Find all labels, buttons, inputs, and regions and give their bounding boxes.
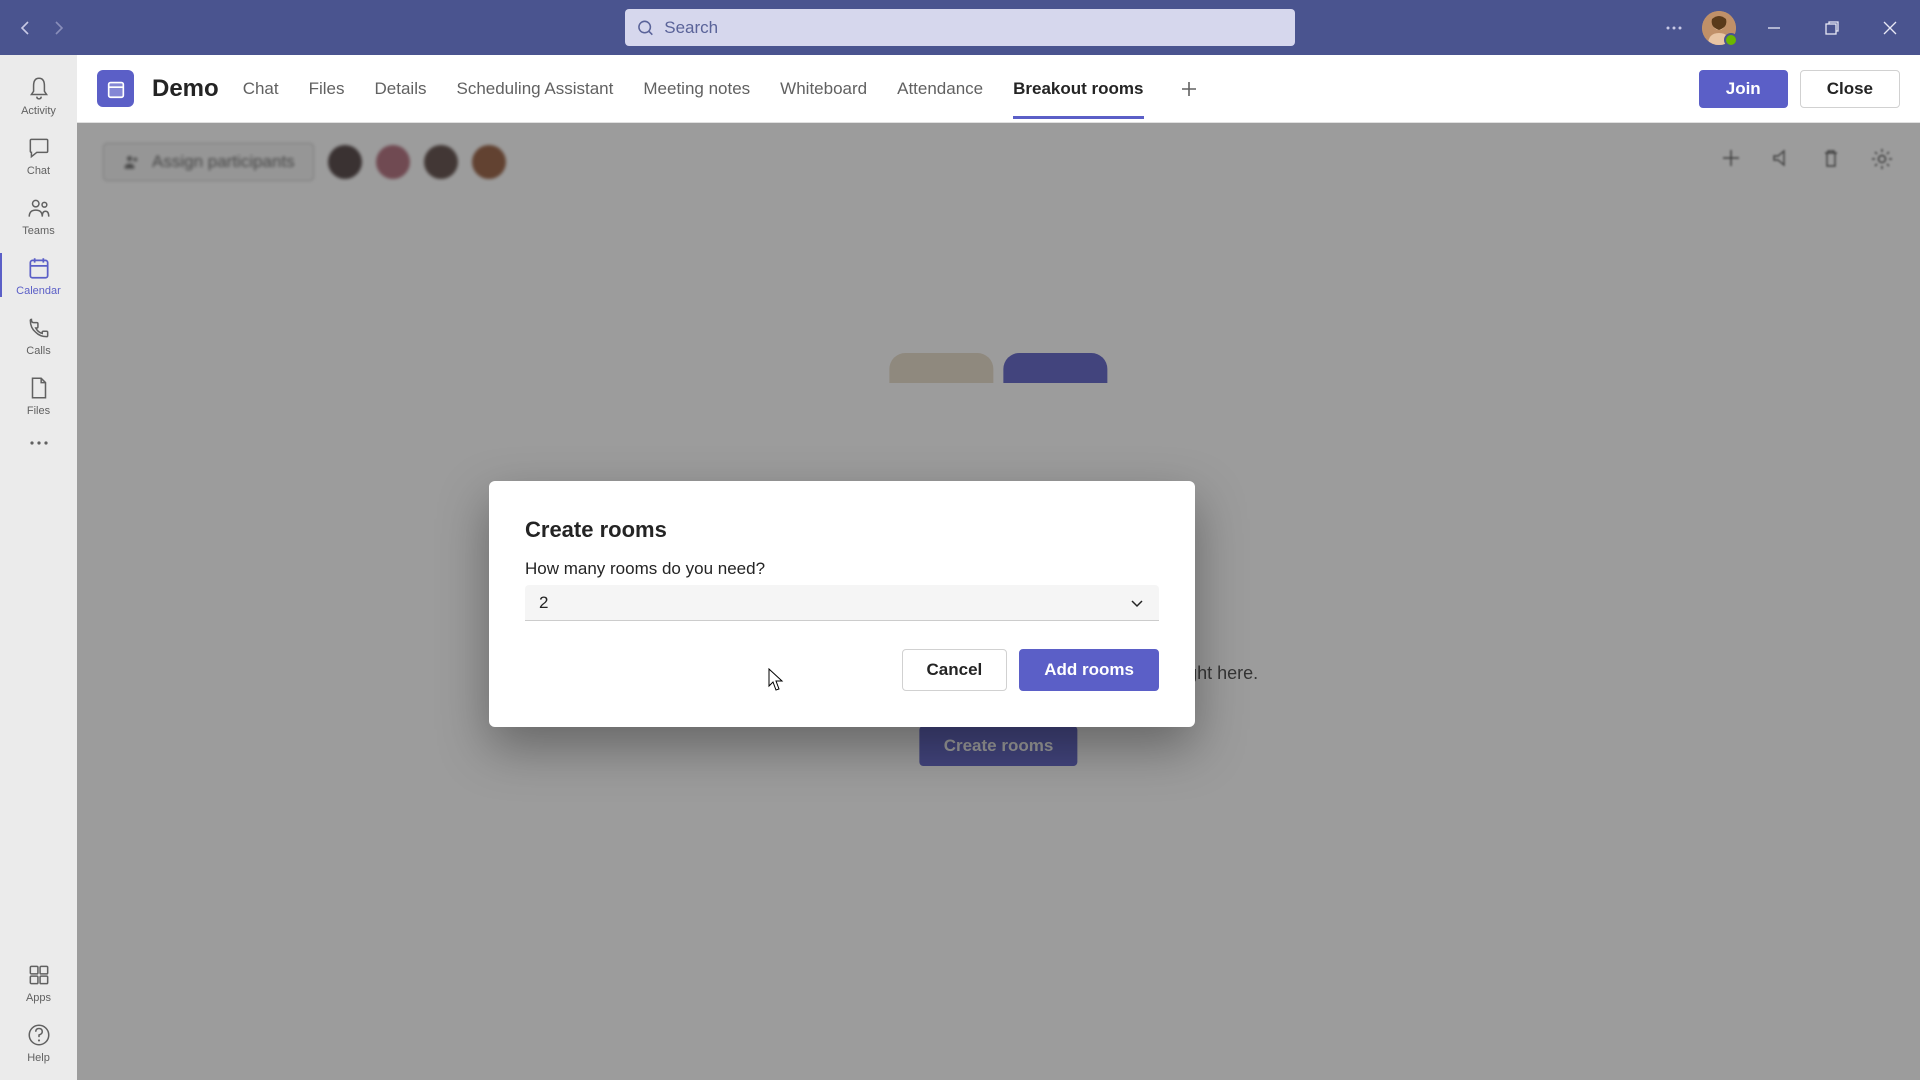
meeting-calendar-icon — [97, 70, 134, 107]
search-box[interactable] — [625, 9, 1295, 46]
tab-details[interactable]: Details — [375, 59, 427, 119]
chevron-right-icon — [50, 20, 66, 36]
rail-help-label: Help — [27, 1052, 50, 1064]
apps-icon — [26, 962, 52, 988]
minimize-icon — [1768, 22, 1780, 34]
file-icon — [26, 375, 52, 401]
back-button[interactable] — [10, 12, 42, 44]
bell-icon — [26, 75, 52, 101]
calendar-icon — [26, 255, 52, 281]
rail-teams-label: Teams — [22, 225, 54, 237]
window-close-button[interactable] — [1870, 12, 1910, 44]
room-count-value: 2 — [539, 593, 548, 613]
help-icon — [26, 1022, 52, 1048]
plus-icon — [1180, 80, 1198, 98]
more-icon — [27, 439, 51, 447]
tab-whiteboard[interactable]: Whiteboard — [780, 59, 867, 119]
tab-files[interactable]: Files — [309, 59, 345, 119]
rail-apps[interactable]: Apps — [0, 952, 77, 1012]
tab-attendance[interactable]: Attendance — [897, 59, 983, 119]
rail-help[interactable]: Help — [0, 1012, 77, 1080]
user-avatar[interactable] — [1702, 11, 1736, 45]
rail-activity-label: Activity — [21, 105, 56, 117]
meeting-title: Demo — [152, 75, 219, 103]
close-button[interactable]: Close — [1800, 70, 1900, 108]
rail-teams[interactable]: Teams — [0, 185, 77, 245]
teams-icon — [26, 195, 52, 221]
join-button[interactable]: Join — [1699, 70, 1788, 108]
rail-chat[interactable]: Chat — [0, 125, 77, 185]
chevron-down-icon — [1129, 595, 1145, 611]
workspace: Demo Chat Files Details Scheduling Assis… — [77, 55, 1920, 1080]
create-rooms-dialog: Create rooms How many rooms do you need?… — [489, 481, 1195, 727]
phone-icon — [26, 315, 52, 341]
room-count-select[interactable]: 2 — [525, 585, 1159, 621]
close-icon — [1883, 21, 1897, 35]
rail-files[interactable]: Files — [0, 365, 77, 425]
rail-calendar-label: Calendar — [16, 285, 61, 297]
chat-icon — [26, 135, 52, 161]
rail-activity[interactable]: Activity — [0, 65, 77, 125]
rail-files-label: Files — [27, 405, 50, 417]
cancel-button[interactable]: Cancel — [902, 649, 1008, 691]
tab-meeting-notes[interactable]: Meeting notes — [643, 59, 750, 119]
tab-breakout-rooms[interactable]: Breakout rooms — [1013, 59, 1143, 119]
rail-calendar[interactable]: Calendar — [0, 245, 77, 305]
presence-available-icon — [1724, 33, 1738, 47]
maximize-icon — [1825, 21, 1839, 35]
rail-chat-label: Chat — [27, 165, 50, 177]
room-count-label: How many rooms do you need? — [525, 559, 1159, 579]
title-bar — [0, 0, 1920, 55]
window-maximize-button[interactable] — [1812, 12, 1852, 44]
rail-calls[interactable]: Calls — [0, 305, 77, 365]
tab-chat[interactable]: Chat — [243, 59, 279, 119]
chevron-left-icon — [18, 20, 34, 36]
add-tab-button[interactable] — [1174, 80, 1204, 98]
dialog-title: Create rooms — [525, 517, 1159, 543]
rail-more[interactable] — [0, 425, 77, 461]
meeting-tab-bar: Demo Chat Files Details Scheduling Assis… — [77, 55, 1920, 123]
rail-apps-label: Apps — [26, 992, 51, 1004]
app-rail: Activity Chat Teams Calendar Calls Files — [0, 55, 77, 1080]
add-rooms-button[interactable]: Add rooms — [1019, 649, 1159, 691]
search-input[interactable] — [664, 18, 1283, 38]
rail-calls-label: Calls — [26, 345, 50, 357]
content-area: Assign participants — [77, 123, 1920, 1080]
window-minimize-button[interactable] — [1754, 12, 1794, 44]
tab-scheduling-assistant[interactable]: Scheduling Assistant — [456, 59, 613, 119]
forward-button[interactable] — [42, 12, 74, 44]
more-icon[interactable] — [1664, 18, 1684, 38]
search-icon — [637, 19, 654, 37]
